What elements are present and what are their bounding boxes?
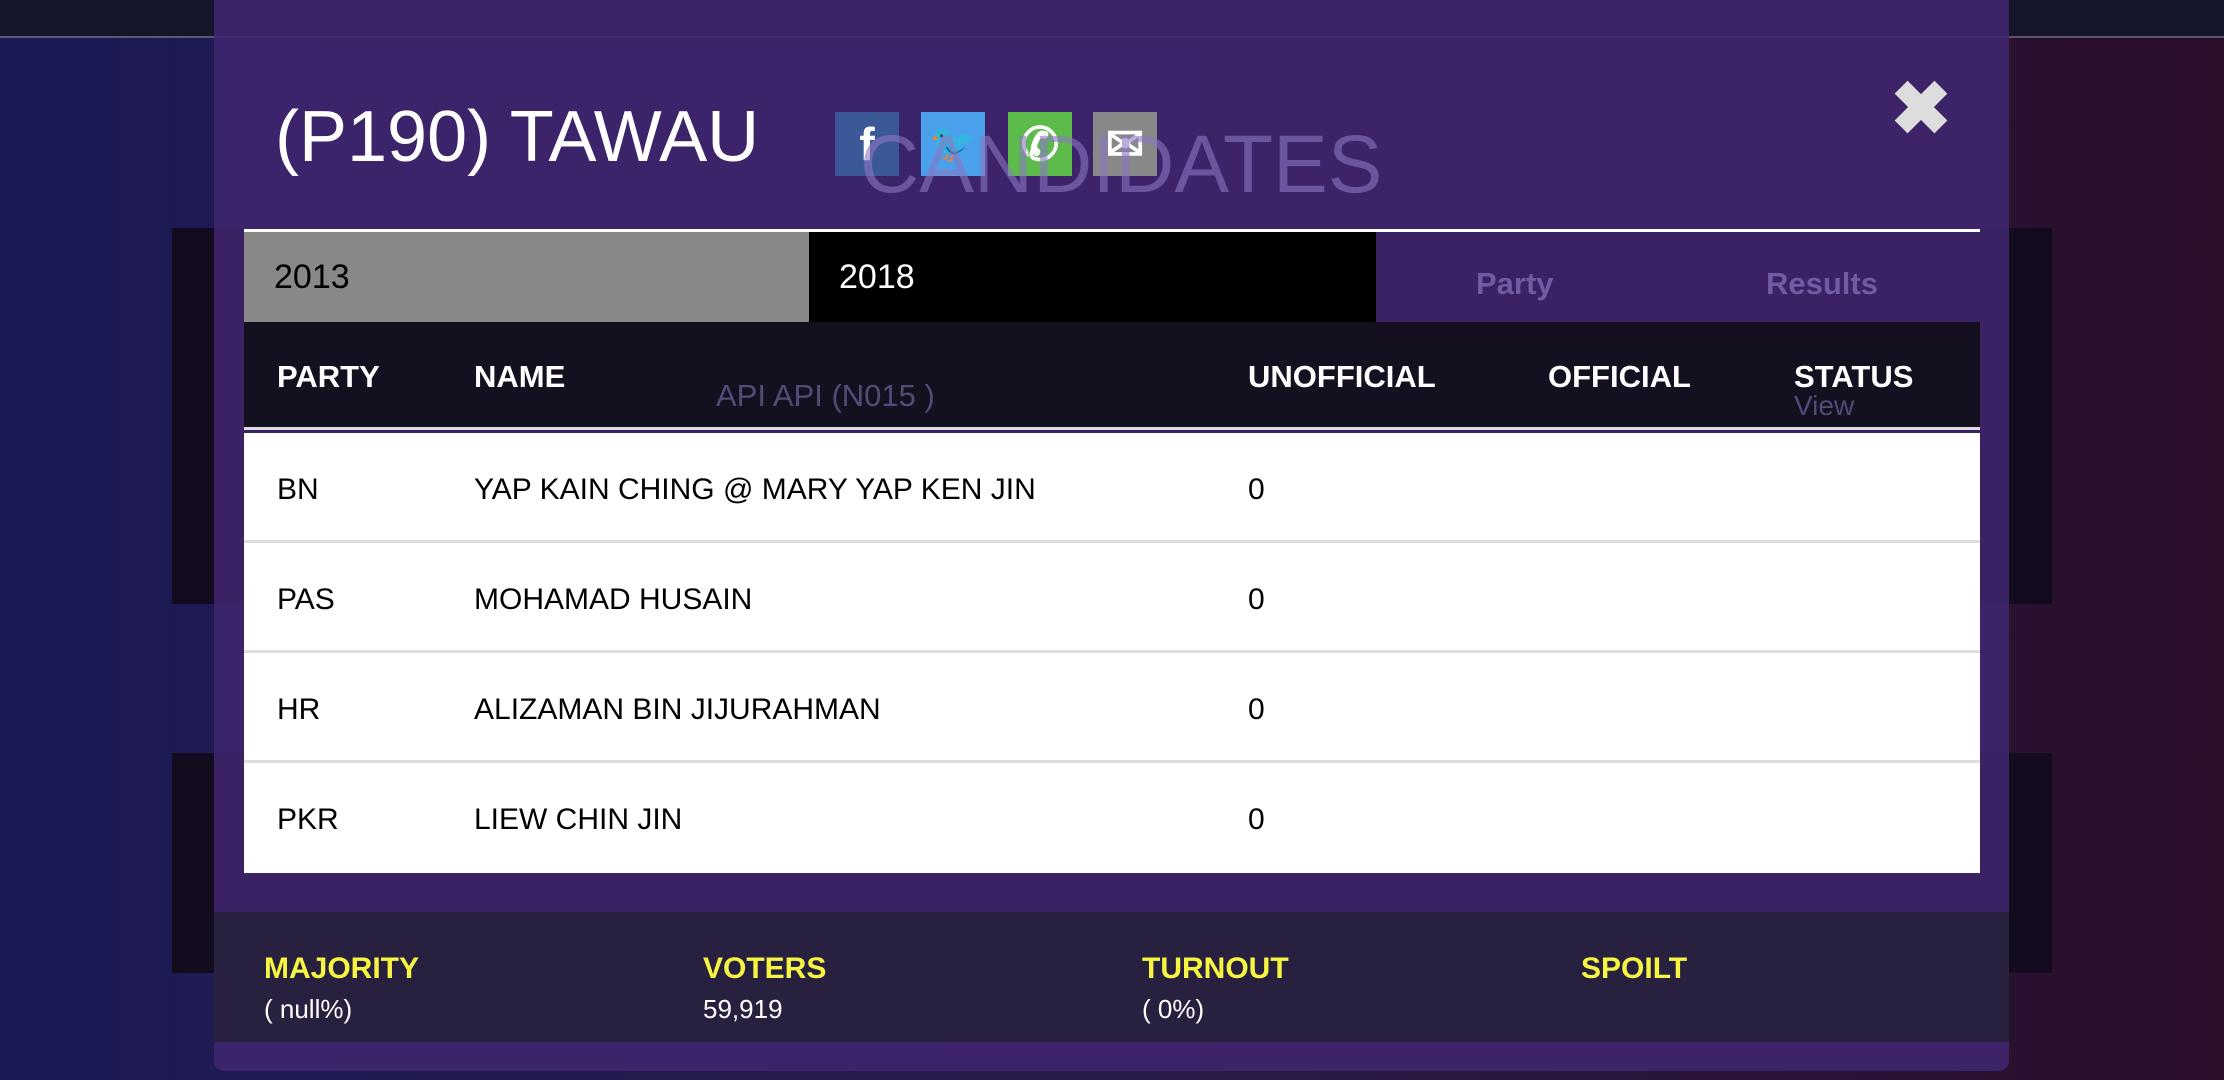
stat-spoilt: SPOILT [1581,952,1687,994]
cell-name: LIEW CHIN JIN [474,803,683,836]
header-official: OFFICIAL [1548,359,1691,394]
stat-value: ( 0%) [1142,994,1205,1024]
header-party: PARTY [277,359,380,394]
tab-2018[interactable]: 2018 [809,232,1376,322]
background-heading: CANDIDATES [860,119,1383,210]
background-row-seat: API API (N015 ) [716,378,935,413]
stat-majority: MAJORITY ( null%) [264,952,419,1025]
cell-unofficial: 0 [1248,803,1265,836]
modal-title: (P190) TAWAU [275,97,760,177]
stat-value: 59,919 [703,994,783,1024]
header-unofficial: UNOFFICIAL [1248,359,1436,394]
stat-label: VOTERS [703,952,827,985]
stat-label: TURNOUT [1142,952,1289,985]
cell-party: BN [277,473,319,506]
stat-label: MAJORITY [264,952,420,985]
background-row-view-button[interactable]: View [1794,390,1854,422]
cell-name: YAP KAIN CHING @ MARY YAP KEN JIN [474,473,1036,506]
background-col-results: Results [1766,266,1878,301]
stat-voters: VOTERS 59,919 [703,952,826,1025]
stat-value: ( null%) [264,994,353,1024]
stat-turnout: TURNOUT ( 0%) [1142,952,1289,1025]
cell-unofficial: 0 [1248,693,1265,726]
table-row: PAS MOHAMAD HUSAIN 0 [244,543,1980,653]
cell-party: PKR [277,803,339,836]
close-icon[interactable]: ✖ [1890,72,1952,146]
tab-2013[interactable]: 2013 [244,232,809,322]
background-col-party: Party [1476,266,1554,301]
stat-label: SPOILT [1581,952,1688,985]
year-tabs: 2013 2018 [244,229,1980,322]
cell-unofficial: 0 [1248,583,1265,616]
table-header: PARTY NAME UNOFFICIAL OFFICIAL STATUS [244,322,1980,430]
stats-footer: MAJORITY ( null%) VOTERS 59,919 TURNOUT … [214,912,2009,1042]
cell-unofficial: 0 [1248,473,1265,506]
cell-name: ALIZAMAN BIN JIJURAHMAN [474,693,881,726]
cell-party: HR [277,693,321,726]
cell-name: MOHAMAD HUSAIN [474,583,753,616]
header-name: NAME [474,359,566,394]
candidates-table-body: BN YAP KAIN CHING @ MARY YAP KEN JIN 0 P… [244,433,1980,873]
cell-party: PAS [277,583,335,616]
table-row: HR ALIZAMAN BIN JIJURAHMAN 0 [244,653,1980,763]
table-row: PKR LIEW CHIN JIN 0 [244,763,1980,873]
table-row: BN YAP KAIN CHING @ MARY YAP KEN JIN 0 [244,433,1980,543]
